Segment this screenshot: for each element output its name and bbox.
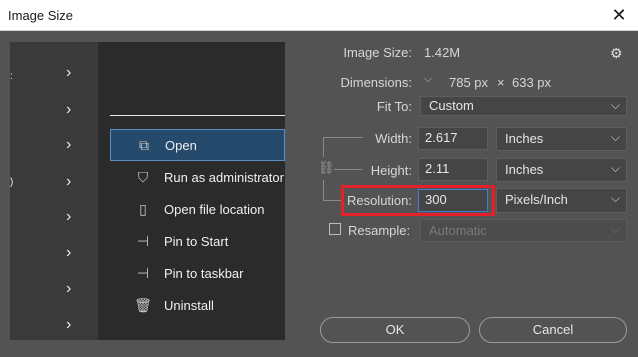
fit-to-value: Custom — [429, 98, 474, 113]
fit-to-label: Fit To: — [376, 99, 412, 114]
chevron-down-icon: ⌵ — [610, 222, 620, 236]
menu-item-run-as-admin: ⛉ Run as administrator — [110, 161, 285, 193]
resolution-highlight — [341, 185, 495, 216]
height-unit-value: Inches — [505, 162, 544, 177]
chevron-right-icon: › — [66, 208, 72, 225]
menu-item-label: Run as administrator — [164, 169, 284, 185]
resolution-unit-value: Pixels/Inch — [505, 192, 568, 207]
shield-icon: ⛉ — [137, 168, 149, 185]
menu-item-label: Open — [165, 137, 197, 153]
pin-start-icon: ⊣ — [136, 232, 150, 249]
open-icon: ⧉ — [139, 136, 149, 153]
chevron-down-icon: ⌵ — [610, 98, 620, 112]
cancel-button[interactable]: Cancel — [479, 317, 627, 343]
menu-separator — [110, 115, 285, 116]
preview-left-strip — [10, 42, 98, 340]
chevron-right-icon: › — [66, 244, 72, 261]
chevron-down-icon: ⌵ — [610, 161, 620, 175]
pin-taskbar-icon: ⊣ — [136, 264, 150, 281]
fit-to-select[interactable]: Custom ⌵ — [420, 96, 627, 116]
dimensions-width: 785 px — [449, 75, 489, 90]
resample-checkbox[interactable] — [329, 223, 341, 235]
chevron-right-icon: › — [66, 173, 72, 190]
image-preview[interactable]: : ) › › › › › › › › ⧉ Open ⛉ Run as admi… — [10, 42, 285, 340]
title-bar: Image Size ✕ — [0, 0, 638, 31]
trash-icon: 🗑 — [134, 296, 152, 313]
ok-button[interactable]: OK — [320, 317, 470, 343]
close-icon[interactable]: ✕ — [606, 3, 632, 27]
chevron-right-icon: › — [66, 101, 72, 118]
menu-item-label: Uninstall — [164, 297, 214, 313]
menu-item-open: ⧉ Open — [110, 129, 285, 161]
width-unit-value: Inches — [505, 131, 544, 146]
gear-icon[interactable]: ⚙ — [610, 45, 623, 62]
menu-item-label: Open file location — [164, 201, 265, 217]
width-unit-select[interactable]: Inches ⌵ — [496, 127, 627, 151]
chevron-right-icon: › — [66, 64, 72, 81]
chevron-down-icon: ⌵ — [610, 130, 620, 144]
menu-item-label: Pin to Start — [164, 233, 229, 249]
window-title: Image Size — [8, 8, 74, 23]
width-input[interactable]: 2.617 — [418, 127, 488, 150]
resample-select[interactable]: Automatic ⌵ — [420, 219, 627, 242]
height-label: Height: — [370, 163, 412, 178]
chevron-right-icon: › — [66, 136, 72, 153]
image-size-label: Image Size: — [343, 45, 412, 60]
menu-item-uninstall: 🗑 Uninstall — [110, 289, 285, 321]
height-unit-select[interactable]: Inches ⌵ — [496, 158, 627, 182]
image-size-value: 1.42M — [424, 45, 461, 60]
resample-label: Resample: — [348, 223, 411, 238]
chevron-down-icon: ⌵ — [610, 191, 620, 205]
height-input[interactable]: 2.11 — [418, 158, 488, 181]
menu-item-open-file-location: ▯ Open file location — [110, 193, 285, 225]
edge-mark: : — [10, 71, 13, 82]
width-label: Width: — [375, 131, 412, 146]
menu-item-pin-to-taskbar: ⊣ Pin to taskbar — [110, 257, 285, 289]
dimensions-label: Dimensions: — [340, 75, 412, 90]
edge-mark: ) — [10, 177, 14, 188]
file-location-icon: ▯ — [139, 200, 147, 217]
context-menu-preview: ⧉ Open ⛉ Run as administrator ▯ Open fil… — [110, 129, 285, 321]
dimensions-height: 633 px — [512, 75, 552, 90]
dimensions-times: × — [497, 75, 505, 90]
menu-item-pin-to-start: ⊣ Pin to Start — [110, 225, 285, 257]
resolution-unit-select[interactable]: Pixels/Inch ⌵ — [496, 188, 627, 213]
dimensions-dropdown-icon[interactable]: ⌵ — [424, 73, 432, 86]
resample-value: Automatic — [429, 223, 487, 238]
menu-item-label: Pin to taskbar — [164, 265, 244, 281]
link-bracket — [323, 180, 324, 200]
chevron-right-icon: › — [66, 280, 72, 297]
chevron-right-icon: › — [66, 316, 72, 333]
